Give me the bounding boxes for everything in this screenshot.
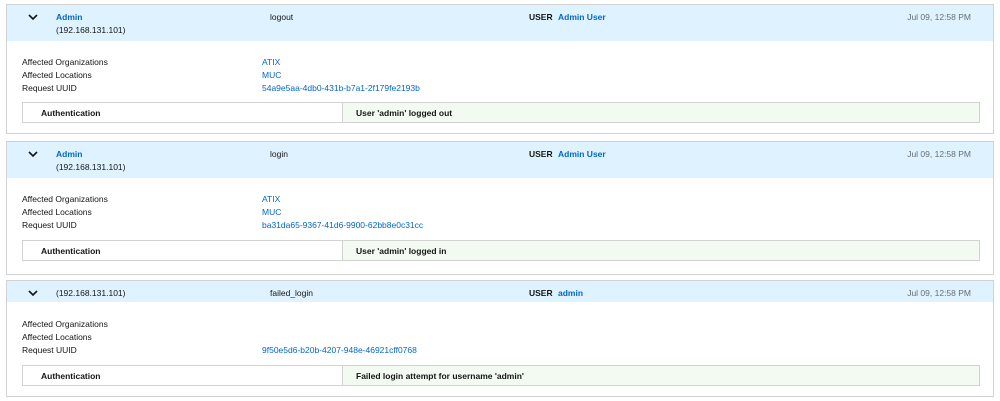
audit-key: Authentication <box>23 366 342 385</box>
location-link[interactable]: MUC <box>262 207 281 217</box>
detail-label: Affected Organizations <box>22 194 108 204</box>
chevron-down-icon[interactable] <box>27 288 39 298</box>
detail-label: Affected Locations <box>22 332 92 342</box>
user-link[interactable]: Admin <box>56 149 82 159</box>
timestamp: Jul 09, 12:58 PM <box>907 149 971 159</box>
audit-entry-header[interactable]: Admin (192.168.131.101) logout USER Admi… <box>7 5 993 41</box>
audit-key: Authentication <box>23 103 342 122</box>
audit-key: Authentication <box>23 241 342 260</box>
chevron-down-icon[interactable] <box>27 149 39 159</box>
audit-message: User 'admin' logged out <box>342 103 979 122</box>
chevron-down-icon[interactable] <box>27 12 39 22</box>
request-uuid-link[interactable]: 9f50e5d6-b20b-4207-948e-46921cff0768 <box>262 345 417 355</box>
detail-label: Affected Locations <box>22 70 92 80</box>
audit-entry: (192.168.131.101) failed_login USER admi… <box>6 280 994 397</box>
ip-address: (192.168.131.101) <box>56 25 126 35</box>
detail-label: Request UUID <box>22 220 77 230</box>
detail-label: Affected Locations <box>22 207 92 217</box>
audit-entry: Admin (192.168.131.101) login USER Admin… <box>6 141 994 275</box>
user-link[interactable]: Admin <box>56 12 82 22</box>
audit-entry-header[interactable]: (192.168.131.101) failed_login USER admi… <box>7 281 993 302</box>
type-label: USER <box>529 288 553 298</box>
action-name: logout <box>270 12 294 22</box>
type-value-link[interactable]: Admin User <box>558 149 606 159</box>
type-label: USER <box>529 149 553 159</box>
audit-entry-header[interactable]: Admin (192.168.131.101) login USER Admin… <box>7 142 993 178</box>
type-label: USER <box>529 12 553 22</box>
detail-label: Affected Organizations <box>22 57 108 67</box>
detail-label: Affected Organizations <box>22 319 108 329</box>
timestamp: Jul 09, 12:58 PM <box>907 12 971 22</box>
detail-label: Request UUID <box>22 345 77 355</box>
ip-address: (192.168.131.101) <box>56 162 126 172</box>
request-uuid-link[interactable]: ba31da65-9367-41d6-9900-62bb8e0c31cc <box>262 220 423 230</box>
audit-entry: Admin (192.168.131.101) logout USER Admi… <box>6 4 994 134</box>
location-link[interactable]: MUC <box>262 70 281 80</box>
organization-link[interactable]: ATIX <box>262 57 280 67</box>
audit-change-row: Authentication Failed login attempt for … <box>22 365 980 386</box>
detail-label: Request UUID <box>22 83 77 93</box>
audit-change-row: Authentication User 'admin' logged out <box>22 102 980 123</box>
action-name: login <box>270 149 288 159</box>
organization-link[interactable]: ATIX <box>262 194 280 204</box>
audit-change-row: Authentication User 'admin' logged in <box>22 240 980 261</box>
action-name: failed_login <box>270 288 314 298</box>
audit-message: Failed login attempt for username 'admin… <box>342 366 979 385</box>
request-uuid-link[interactable]: 54a9e5aa-4db0-431b-b7a1-2f179fe2193b <box>262 83 420 93</box>
ip-address: (192.168.131.101) <box>56 288 126 298</box>
type-value-link[interactable]: Admin User <box>558 12 606 22</box>
type-value-link[interactable]: admin <box>558 288 583 298</box>
audit-message: User 'admin' logged in <box>342 241 979 260</box>
timestamp: Jul 09, 12:58 PM <box>907 288 971 298</box>
